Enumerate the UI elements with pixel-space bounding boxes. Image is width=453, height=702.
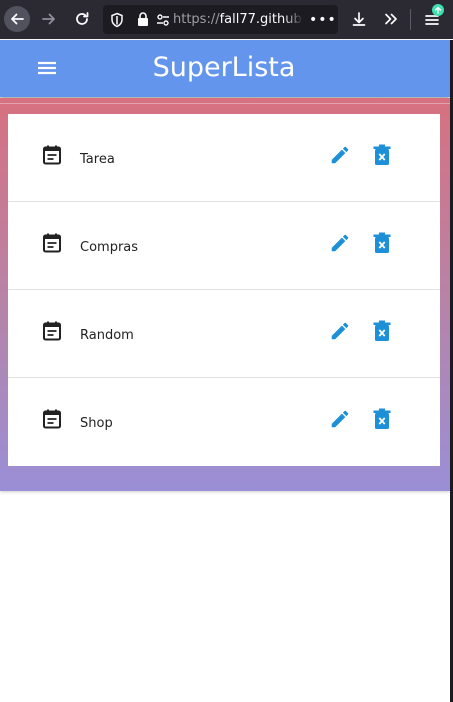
reload-button[interactable] — [69, 6, 95, 32]
list-item-label: Random — [80, 328, 134, 343]
browser-toolbar: https://fall77.github. ••• — [0, 0, 453, 39]
list-item-label: Tarea — [80, 152, 115, 167]
list-item-tarea[interactable]: Tarea — [8, 114, 440, 202]
update-available-icon[interactable] — [432, 4, 444, 16]
list-icon — [43, 409, 61, 429]
app-header: SuperLista — [0, 40, 450, 97]
lock-icon[interactable] — [133, 5, 153, 34]
list-icon — [43, 145, 61, 165]
trash-icon[interactable] — [372, 408, 392, 430]
reload-icon — [76, 12, 89, 25]
list-item-shop[interactable]: Shop — [8, 378, 440, 466]
list-item-random[interactable]: Random — [8, 290, 440, 378]
list-item-label: Shop — [80, 416, 113, 431]
download-icon — [352, 12, 366, 26]
trash-icon[interactable] — [372, 232, 392, 254]
pencil-icon[interactable] — [329, 232, 351, 254]
list-icon — [43, 321, 61, 341]
pencil-icon[interactable] — [329, 320, 351, 342]
app-title-text: SuperLista — [152, 52, 296, 83]
pencil-icon[interactable] — [329, 144, 351, 166]
trash-icon[interactable] — [372, 320, 392, 342]
url-text[interactable]: https://fall77.github. — [173, 12, 303, 27]
list-item-label: Compras — [80, 240, 139, 255]
downloads-button[interactable] — [346, 6, 372, 32]
lists-card: Tarea Compras Random Shop — [8, 114, 440, 466]
back-button[interactable] — [4, 6, 30, 32]
shield-icon[interactable] — [107, 5, 127, 34]
list-icon — [43, 233, 61, 253]
url-host: fall77.github. — [219, 12, 303, 27]
toolbar-separator — [410, 9, 411, 30]
arrow-left-icon — [11, 13, 24, 25]
permissions-icon[interactable] — [153, 5, 173, 34]
url-protocol: https:// — [173, 12, 220, 27]
list-item-compras[interactable]: Compras — [8, 202, 440, 290]
app-title: SuperLista — [0, 52, 450, 83]
overflow-menu-button[interactable] — [378, 6, 404, 32]
panel-divider — [0, 103, 450, 104]
forward-button[interactable] — [36, 6, 62, 32]
trash-icon[interactable] — [372, 144, 392, 166]
page-actions-button[interactable]: ••• — [309, 12, 337, 28]
chevrons-right-icon — [385, 13, 397, 25]
url-bar[interactable]: https://fall77.github. ••• — [103, 5, 338, 34]
pencil-icon[interactable] — [329, 408, 351, 430]
arrow-right-icon — [42, 13, 55, 25]
